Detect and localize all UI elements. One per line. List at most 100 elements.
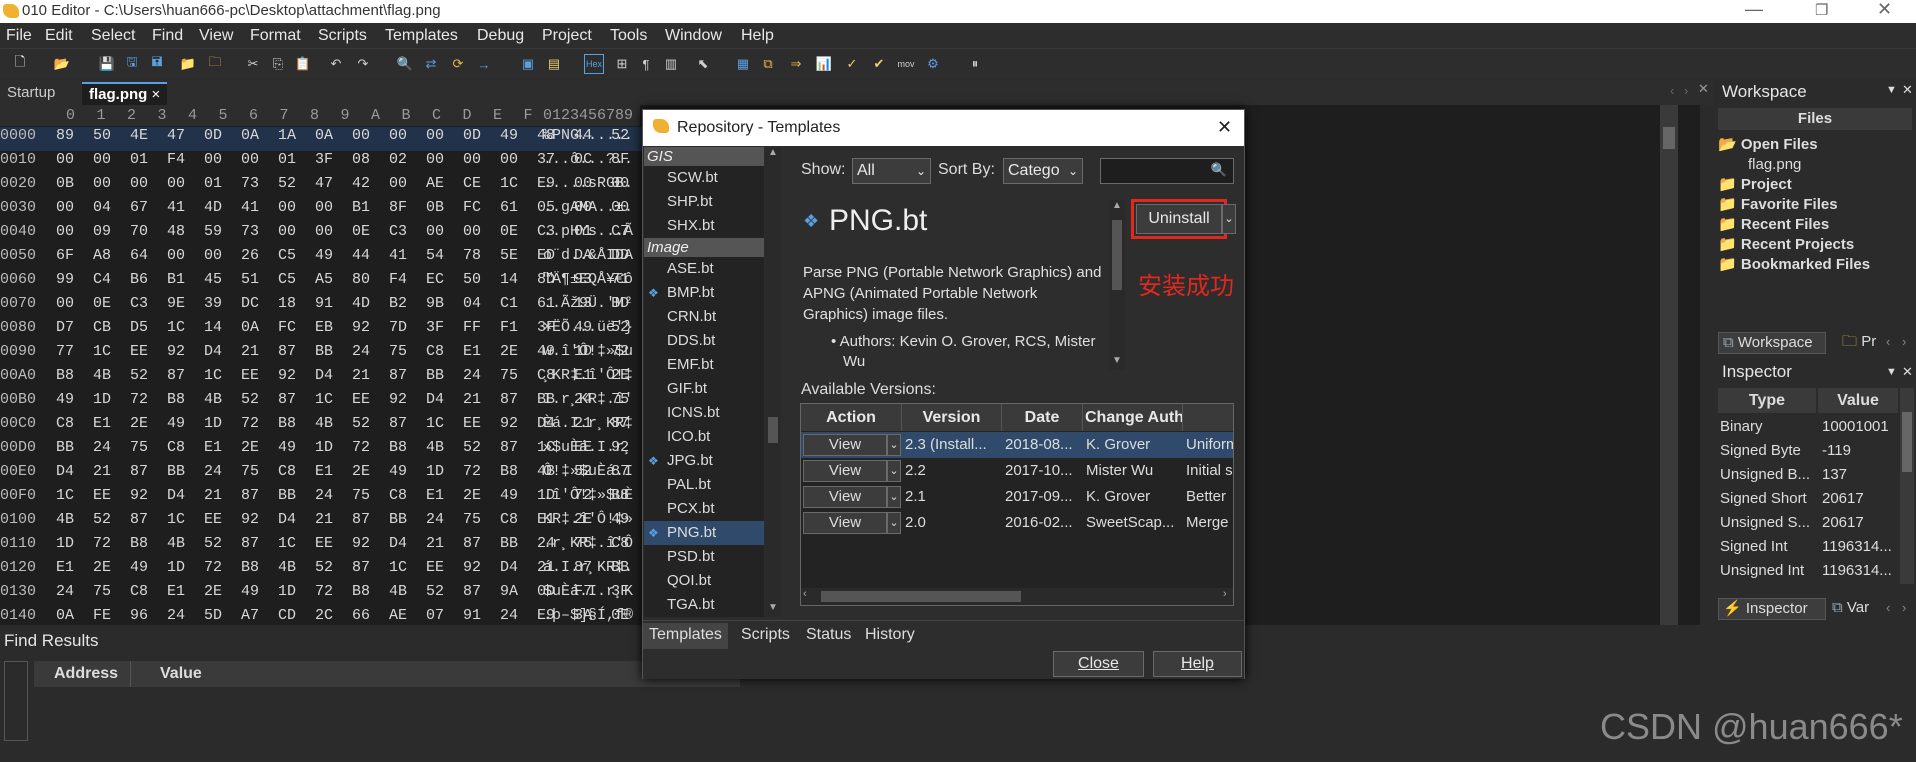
show-whitespace-icon[interactable]: ¶ (636, 54, 656, 74)
tree-item-open-files[interactable]: 📂 Open Files (1718, 135, 1870, 155)
menu-format[interactable]: Format (250, 27, 301, 45)
template-list-item[interactable]: PCX.bt (644, 497, 764, 521)
process-icon[interactable]: ⚙ (923, 54, 943, 74)
menu-project[interactable]: Project (542, 27, 592, 45)
menu-help[interactable]: Help (741, 27, 774, 45)
template-list-item[interactable]: PSD.bt (644, 545, 764, 569)
tree-item-flag-png[interactable]: flag.png (1718, 155, 1870, 175)
hex-ascii[interactable]: ‰PNG...... (543, 127, 633, 144)
hex-ascii[interactable]: Ô!‡»$uÈá.I (543, 463, 633, 480)
checksum-icon[interactable]: ✓ (842, 54, 862, 74)
hex-ascii[interactable]: $uÈá.I.r¸K (543, 583, 633, 600)
open-workspace-icon[interactable]: 📁 (178, 54, 198, 74)
tab-status[interactable]: Status (806, 626, 851, 644)
run-template-icon[interactable]: ▣ (518, 54, 538, 74)
histogram-icon[interactable]: 📊 (814, 54, 834, 74)
tab-scroll-left-icon[interactable]: ‹ (1670, 83, 1674, 98)
hex-ascii[interactable]: á.I.r¸KR‡. (543, 559, 633, 576)
tab-close-all-icon[interactable]: ✕ (1698, 81, 1709, 97)
hex-ascii[interactable]: ¸KR‡.î'Ô!‡ (543, 367, 633, 384)
move-icon[interactable]: mov (896, 54, 916, 74)
hex-ascii[interactable]: ™Ä¶±EQÅ¥€ô (543, 271, 633, 288)
view-button[interactable]: View (803, 434, 887, 456)
hex-ascii[interactable]: ...ô...?.. (543, 151, 633, 168)
help-button[interactable]: Help (1153, 651, 1242, 677)
menu-find[interactable]: Find (152, 27, 183, 45)
hex-ascii[interactable]: .....sRGB. (543, 175, 633, 192)
hex-ascii[interactable]: .î'Ô!‡»$uÈ (543, 487, 633, 504)
template-list-item[interactable]: SHP.bt (644, 190, 764, 214)
view-button[interactable]: View (803, 512, 887, 534)
version-row[interactable]: View ⌄ 2.0 2016-02... SweetScap... Merge (801, 510, 1233, 536)
new-file-icon[interactable]: 🗋 (10, 54, 30, 74)
template-list-item[interactable]: TGA.bt (644, 593, 764, 617)
save-all-icon[interactable]: 🖬 (147, 54, 167, 74)
hex-scrollbar[interactable] (1660, 105, 1678, 625)
view-dropdown-icon[interactable]: ⌄ (887, 460, 901, 482)
compare-icon[interactable]: ⧉ (758, 54, 778, 74)
hex-mode-icon[interactable]: Hex (584, 54, 604, 74)
menu-window[interactable]: Window (665, 27, 722, 45)
template-list-item[interactable]: EMF.bt (644, 353, 764, 377)
calculator-icon[interactable]: ▦ (733, 54, 753, 74)
inspector-row[interactable]: Signed Byte -119 (1718, 440, 1898, 464)
find-in-files-icon[interactable]: ⟳ (448, 54, 468, 74)
save-as-icon[interactable]: 🖫 (122, 54, 142, 74)
close-button[interactable]: Close (1053, 651, 1144, 677)
cut-icon[interactable]: ✂ (243, 54, 263, 74)
menu-scripts[interactable]: Scripts (318, 27, 367, 45)
version-row[interactable]: View ⌄ 2.2 2017-10... Mister Wu Initial s (801, 458, 1233, 484)
tab-flag-png[interactable]: flag.png × (82, 82, 168, 105)
close-window-icon[interactable]: ✕ (1877, 0, 1892, 20)
tab-variables[interactable]: ⧉ Var (1832, 598, 1869, 618)
inspector-row[interactable]: Signed Int 1196314... (1718, 536, 1898, 560)
version-row[interactable]: View ⌄ 2.3 (Install... 2018-08... K. Grover U… (801, 432, 1233, 458)
undo-icon[interactable]: ↶ (326, 54, 346, 74)
menu-templates[interactable]: Templates (385, 27, 458, 45)
inspector-row[interactable]: Binary 10001001 (1718, 416, 1898, 440)
dialog-close-icon[interactable]: ✕ (1217, 117, 1232, 138)
text-mode-icon[interactable]: ⊞ (612, 54, 632, 74)
redo-icon[interactable]: ↷ (353, 54, 373, 74)
paste-icon[interactable]: 📋 (293, 54, 313, 74)
menu-view[interactable]: View (199, 27, 233, 45)
template-list-item[interactable]: PAL.bt (644, 473, 764, 497)
menu-edit[interactable]: Edit (45, 27, 73, 45)
goto-icon[interactable]: → (474, 54, 494, 74)
inspector-tabs-left-icon[interactable]: ‹ (1886, 600, 1890, 615)
inspector-row[interactable]: Unsigned Int 1196314... (1718, 560, 1898, 582)
hex-ascii[interactable]: ×ËÕ...üë'} (543, 319, 633, 336)
workspace-dropdown-icon[interactable]: ▼ (1886, 84, 1897, 96)
hex-ascii[interactable]: ..pHYs...Ã (543, 223, 633, 240)
hex-ascii[interactable]: w.î'Ô!‡»$u (543, 343, 633, 360)
columns-icon[interactable]: ▥ (661, 54, 681, 74)
tree-item-project[interactable]: 📁 Project (1718, 175, 1870, 195)
tab-scripts[interactable]: Scripts (741, 626, 790, 644)
tabs-left-icon[interactable]: ‹ (1886, 334, 1890, 349)
workspace-close-icon[interactable]: ✕ (1902, 82, 1913, 98)
view-dropdown-icon[interactable]: ⌄ (887, 486, 901, 508)
hex-ascii[interactable]: .þ–$]§Í,f® (543, 607, 633, 624)
view-dropdown-icon[interactable]: ⌄ (887, 512, 901, 534)
tab-workspace[interactable]: ⧉ Workspace (1718, 332, 1826, 354)
template-list-item[interactable]: ASE.bt (644, 257, 764, 281)
template-list-item[interactable]: ICNS.bt (644, 401, 764, 425)
tree-item-recent-projects[interactable]: 📁 Recent Projects (1718, 235, 1870, 255)
show-select[interactable]: All ⌄ (852, 158, 931, 184)
inspector-scrollbar[interactable] (1900, 388, 1914, 584)
hex-ascii[interactable]: ..Ãž9Ü.'M² (543, 295, 633, 312)
menu-tools[interactable]: Tools (610, 27, 647, 45)
menu-debug[interactable]: Debug (477, 27, 524, 45)
tab-close-icon[interactable]: × (152, 86, 161, 103)
inspector-dropdown-icon[interactable]: ▼ (1886, 366, 1897, 378)
hex-ascii[interactable]: I.r¸KR‡.î' (543, 391, 633, 408)
restore-icon[interactable]: ❐ (1815, 1, 1828, 19)
inspector-row[interactable]: Unsigned B... 137 (1718, 464, 1898, 488)
tree-item-recent-files[interactable]: 📁 Recent Files (1718, 215, 1870, 235)
run-script-icon[interactable]: ▤ (544, 54, 564, 74)
tab-templates[interactable]: Templates (643, 623, 728, 649)
open-folder-icon[interactable]: 📂 (52, 54, 72, 74)
template-list-item[interactable]: ICO.bt (644, 425, 764, 449)
hex-ascii[interactable]: o¨d..&ÅIDA (543, 247, 633, 264)
uninstall-dropdown-icon[interactable]: ⌄ (1222, 204, 1236, 234)
